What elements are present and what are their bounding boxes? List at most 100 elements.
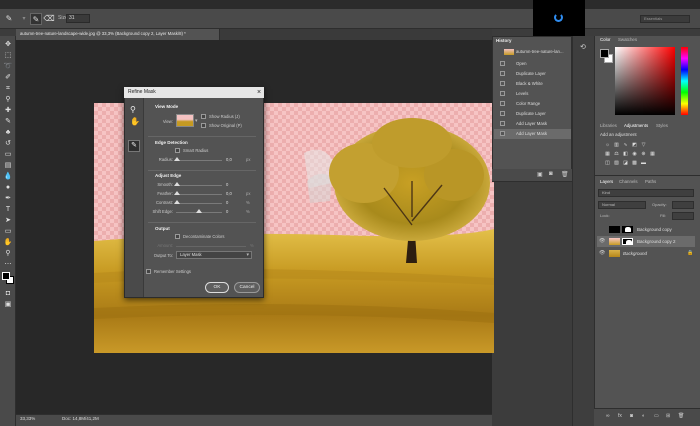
layer-mask-thumbnail[interactable] bbox=[622, 238, 633, 245]
color-picker-field[interactable] bbox=[615, 47, 675, 115]
refine-radius-tool-icon[interactable]: ✎ bbox=[128, 140, 140, 152]
zoom-level[interactable]: 33,33% bbox=[20, 416, 35, 421]
visibility-eye-icon[interactable]: 👁 bbox=[599, 236, 605, 247]
layer-row[interactable]: Background copy bbox=[597, 224, 695, 235]
blend-mode-select[interactable]: Normal bbox=[598, 201, 646, 209]
channel-mixer-icon[interactable]: ⊕ bbox=[640, 151, 647, 157]
tab-libraries[interactable]: Libraries bbox=[600, 121, 617, 130]
brush-tool-icon[interactable]: ✎ bbox=[3, 13, 15, 25]
show-radius-checkbox[interactable] bbox=[201, 114, 206, 119]
history-brush-tool-icon[interactable]: ↺ bbox=[3, 139, 13, 148]
path-selection-tool-icon[interactable]: ➤ bbox=[3, 216, 13, 225]
hue-saturation-icon[interactable]: ▦ bbox=[604, 151, 611, 157]
add-mask-icon[interactable]: ◙ bbox=[630, 413, 633, 419]
chevron-down-icon[interactable]: ▾ bbox=[18, 13, 30, 25]
opacity-input[interactable] bbox=[672, 201, 694, 209]
brightness-contrast-icon[interactable]: ☼ bbox=[604, 142, 611, 148]
clone-stamp-tool-icon[interactable]: ♣ bbox=[3, 128, 13, 137]
exposure-icon[interactable]: ◩ bbox=[631, 142, 638, 148]
link-layers-icon[interactable]: ∞ bbox=[606, 413, 610, 419]
feather-value[interactable]: 0,0 bbox=[226, 191, 232, 196]
close-icon[interactable]: × bbox=[254, 87, 264, 98]
move-tool-icon[interactable]: ✥ bbox=[3, 40, 13, 49]
curves-icon[interactable]: ∿ bbox=[622, 142, 629, 148]
fill-input[interactable] bbox=[672, 212, 694, 220]
hue-slider[interactable] bbox=[681, 47, 688, 115]
history-item[interactable]: Duplicate Layer bbox=[494, 109, 571, 119]
history-snapshot[interactable]: autumn-tree-nature-lan... bbox=[494, 47, 571, 57]
camera-icon[interactable]: ◙ bbox=[549, 171, 553, 177]
history-item[interactable]: Levels bbox=[494, 89, 571, 99]
history-panel-title[interactable]: History bbox=[496, 38, 512, 43]
decontaminate-checkbox[interactable] bbox=[175, 234, 180, 239]
tab-paths[interactable]: Paths bbox=[645, 177, 656, 186]
history-item[interactable]: Black & White bbox=[494, 79, 571, 89]
visibility-eye-icon[interactable]: 👁 bbox=[599, 248, 605, 259]
contrast-value[interactable]: 0 bbox=[226, 200, 228, 205]
view-mode-thumbnail[interactable] bbox=[176, 114, 194, 127]
layer-filter-kind[interactable]: Kind bbox=[598, 189, 694, 197]
eraser-tool-icon[interactable]: ▭ bbox=[3, 150, 13, 159]
tab-swatches[interactable]: Swatches bbox=[618, 35, 637, 44]
smooth-value[interactable]: 0 bbox=[226, 182, 228, 187]
shift-edge-slider-knob[interactable] bbox=[196, 209, 202, 213]
history-item[interactable]: Open bbox=[494, 59, 571, 69]
marquee-tool-icon[interactable]: ⬚ bbox=[3, 51, 13, 60]
type-tool-icon[interactable]: T bbox=[3, 205, 13, 214]
shape-tool-icon[interactable]: ▭ bbox=[3, 227, 13, 236]
erase-refinements-icon[interactable]: ⌫ bbox=[43, 13, 55, 25]
hand-tool-icon[interactable]: ✋ bbox=[130, 117, 140, 126]
contrast-slider-track[interactable] bbox=[176, 203, 222, 204]
layer-mask-thumbnail[interactable] bbox=[622, 226, 633, 233]
shift-edge-value[interactable]: 0 bbox=[226, 209, 228, 214]
quick-select-tool-icon[interactable]: ✐ bbox=[3, 73, 13, 82]
ok-button[interactable]: OK bbox=[205, 282, 229, 293]
output-to-select[interactable]: Layer Mask ▾ bbox=[176, 251, 252, 259]
more-tools-icon[interactable]: ⋯ bbox=[3, 260, 13, 269]
tab-color[interactable]: Color bbox=[600, 35, 611, 44]
levels-icon[interactable]: ▥ bbox=[613, 142, 620, 148]
tab-adjustments[interactable]: Adjustments bbox=[624, 121, 648, 130]
radius-slider-knob[interactable] bbox=[174, 157, 180, 161]
tab-layers[interactable]: Layers bbox=[600, 177, 613, 186]
healing-brush-tool-icon[interactable]: ✚ bbox=[3, 106, 13, 115]
fx-icon[interactable]: fx bbox=[618, 413, 622, 419]
crop-tool-icon[interactable]: ⌗ bbox=[3, 84, 13, 93]
size-input[interactable]: 31 bbox=[66, 14, 90, 23]
adjustment-layer-icon[interactable]: ◐ bbox=[642, 413, 645, 419]
photo-filter-icon[interactable]: ◉ bbox=[631, 151, 638, 157]
quick-mask-icon[interactable]: ◘ bbox=[3, 289, 13, 298]
group-icon[interactable]: ▭ bbox=[654, 413, 659, 419]
pen-tool-icon[interactable]: ✒ bbox=[3, 194, 13, 203]
new-document-from-state-icon[interactable]: ▣ bbox=[537, 171, 543, 178]
tab-styles[interactable]: Styles bbox=[656, 121, 668, 130]
invert-icon[interactable]: ◫ bbox=[604, 160, 611, 166]
zoom-tool-icon[interactable]: ⚲ bbox=[3, 249, 13, 258]
blur-tool-icon[interactable]: 💧 bbox=[3, 172, 13, 181]
gradient-map-icon[interactable]: ▬ bbox=[640, 160, 647, 166]
remember-settings-checkbox[interactable] bbox=[146, 269, 151, 274]
history-item[interactable]: Duplicate Layer bbox=[494, 69, 571, 79]
eyedropper-tool-icon[interactable]: ⚲ bbox=[3, 95, 13, 104]
foreground-swatch[interactable] bbox=[600, 49, 609, 58]
hand-tool-icon[interactable]: ✋ bbox=[3, 238, 13, 247]
black-white-icon[interactable]: ◧ bbox=[622, 151, 629, 157]
trash-icon[interactable]: 🗑 bbox=[561, 171, 569, 178]
history-item-selected[interactable]: Add Layer Mask bbox=[494, 129, 571, 139]
selective-color-icon[interactable]: ▩ bbox=[631, 160, 638, 166]
lasso-tool-icon[interactable]: ➰ bbox=[3, 62, 13, 71]
history-item[interactable]: Color Range bbox=[494, 99, 571, 109]
chevron-down-icon[interactable]: ▾ bbox=[195, 118, 198, 124]
threshold-icon[interactable]: ◪ bbox=[622, 160, 629, 166]
refine-radius-icon[interactable]: ✎ bbox=[30, 13, 42, 25]
smart-radius-checkbox[interactable] bbox=[175, 148, 180, 153]
brush-tool-icon[interactable]: ✎ bbox=[3, 117, 13, 126]
cancel-button[interactable]: Cancel bbox=[234, 282, 260, 293]
layer-row[interactable]: 👁 Background 🔒 bbox=[597, 248, 695, 259]
color-balance-icon[interactable]: ⚖ bbox=[613, 151, 620, 157]
feather-slider-track[interactable] bbox=[176, 194, 222, 195]
trash-icon[interactable]: 🗑 bbox=[678, 413, 684, 419]
new-layer-icon[interactable]: ⊞ bbox=[666, 413, 670, 419]
contrast-slider-knob[interactable] bbox=[174, 200, 180, 204]
dodge-tool-icon[interactable]: ● bbox=[3, 183, 13, 192]
